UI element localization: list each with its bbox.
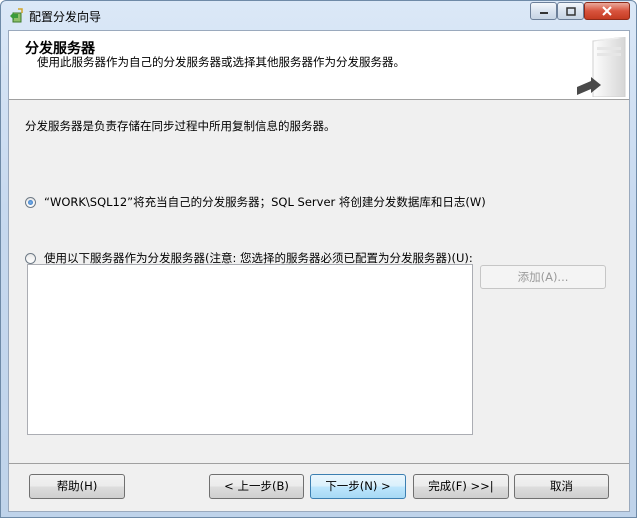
page-description: 分发服务器是负责存储在同步过程中所用复制信息的服务器。 bbox=[25, 119, 336, 133]
minimize-button[interactable] bbox=[530, 2, 557, 20]
radio-self-distributor[interactable] bbox=[25, 196, 36, 208]
close-icon bbox=[602, 6, 612, 16]
wizard-window: 配置分发向导 分发服务器 使用此服务器作为自己的分发服务器或选择其他服务器作为分… bbox=[0, 0, 637, 518]
wizard-header: 分发服务器 使用此服务器作为自己的分发服务器或选择其他服务器作为分发服务器。 bbox=[9, 31, 629, 100]
cancel-button[interactable]: 取消 bbox=[514, 474, 609, 499]
wizard-client-area: 分发服务器 使用此服务器作为自己的分发服务器或选择其他服务器作为分发服务器。 分… bbox=[8, 30, 630, 512]
maximize-icon bbox=[565, 6, 576, 16]
add-server-button[interactable]: 添加(A)... bbox=[480, 265, 606, 289]
radio-other-distributor[interactable] bbox=[25, 252, 36, 264]
server-listbox[interactable] bbox=[27, 264, 473, 435]
option-self-distributor-label: “WORK\SQL12”将充当自己的分发服务器；SQL Server 将创建分发… bbox=[44, 195, 486, 209]
window-title: 配置分发向导 bbox=[29, 10, 102, 24]
next-button[interactable]: 下一步(N) > bbox=[310, 474, 406, 499]
minimize-icon bbox=[539, 12, 548, 14]
help-button[interactable]: 帮助(H) bbox=[29, 474, 125, 499]
finish-button[interactable]: 完成(F) >>| bbox=[413, 474, 509, 499]
title-bar[interactable]: 配置分发向导 bbox=[1, 1, 636, 29]
page-subtitle: 使用此服务器作为自己的分发服务器或选择其他服务器作为分发服务器。 bbox=[37, 55, 405, 69]
footer-divider bbox=[9, 463, 629, 464]
option-self-distributor[interactable]: “WORK\SQL12”将充当自己的分发服务器；SQL Server 将创建分发… bbox=[25, 194, 486, 210]
server-box-icon bbox=[577, 37, 626, 97]
back-button[interactable]: < 上一步(B) bbox=[209, 474, 304, 499]
wizard-content: 分发服务器是负责存储在同步过程中所用复制信息的服务器。 “WORK\SQL12”… bbox=[9, 100, 629, 463]
wizard-app-icon bbox=[10, 8, 23, 23]
close-button[interactable] bbox=[584, 2, 630, 20]
maximize-button[interactable] bbox=[557, 2, 584, 20]
